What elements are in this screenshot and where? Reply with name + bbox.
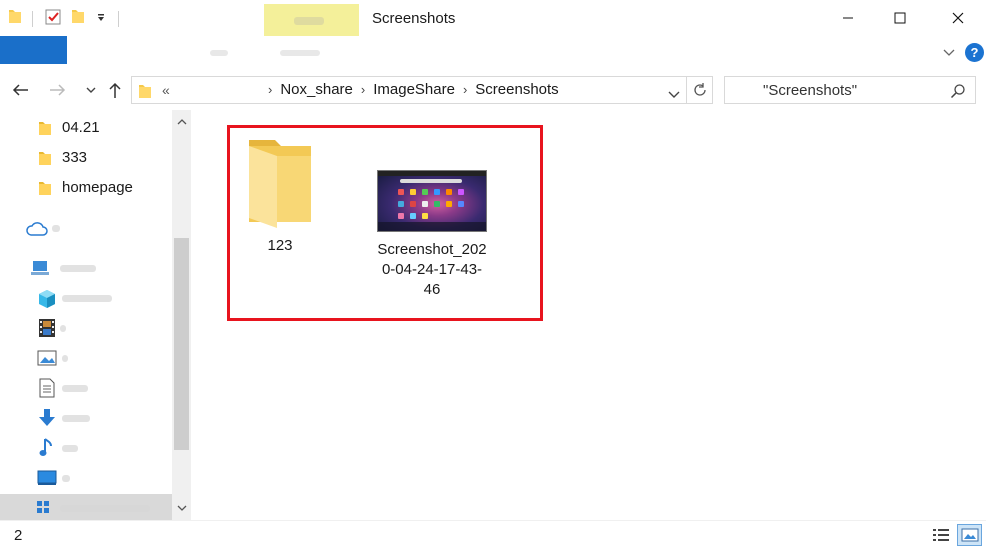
this-pc-icon: [30, 260, 50, 280]
sidebar-item-label: [62, 445, 78, 452]
sidebar-item-label: [60, 325, 66, 332]
sidebar-item-desktop[interactable]: [0, 464, 172, 492]
folder-icon: [241, 132, 319, 228]
maximize-button[interactable]: [877, 0, 923, 36]
address-dropdown-icon[interactable]: [668, 86, 680, 104]
folder-icon: [38, 150, 52, 170]
breadcrumb-item[interactable]: Nox_share: [280, 81, 353, 98]
refresh-button[interactable]: [687, 76, 713, 104]
title-bar: Screenshots: [0, 0, 986, 37]
back-button[interactable]: [9, 80, 31, 100]
sidebar-item-music[interactable]: [0, 434, 172, 462]
videos-icon: [38, 318, 56, 342]
scroll-down-icon[interactable]: [172, 500, 191, 516]
sidebar-scrollbar[interactable]: [172, 110, 191, 520]
chevron-right-icon[interactable]: ›: [361, 82, 365, 97]
sidebar-item-label: [62, 415, 90, 422]
sidebar-item-label: [60, 505, 150, 512]
close-button[interactable]: [935, 0, 981, 36]
sidebar-item-windows-drive[interactable]: [0, 494, 172, 520]
sidebar-item-label: 04.21: [62, 119, 100, 136]
folder-icon: [38, 120, 52, 140]
folder-icon: [38, 180, 52, 200]
file-name-line: Screenshot_202: [377, 241, 487, 258]
address-bar[interactable]: « › Nox_share › ImageShare › Screenshots: [131, 76, 687, 104]
file-list: 123 Screenshot_202 0-04-24-17-43- 46: [192, 110, 986, 520]
windows-drive-icon: [36, 500, 50, 518]
scroll-up-icon[interactable]: [172, 114, 191, 130]
sidebar-item-label: [62, 355, 68, 362]
recent-locations-chevron-icon[interactable]: [80, 80, 102, 100]
file-name-line: 46: [423, 281, 441, 298]
search-placeholder: "Screenshots": [763, 82, 858, 99]
downloads-icon: [37, 408, 57, 432]
navigation-bar: « › Nox_share › ImageShare › Screenshots…: [0, 68, 986, 110]
sidebar-item-downloads[interactable]: [0, 404, 172, 432]
music-icon: [39, 438, 53, 462]
file-name: 123: [267, 237, 293, 254]
breadcrumb-item[interactable]: Screenshots: [475, 81, 558, 98]
file-item-folder[interactable]: 123: [232, 132, 328, 256]
new-folder-icon[interactable]: [71, 8, 85, 24]
sidebar-item-documents[interactable]: [0, 374, 172, 402]
file-tab[interactable]: [0, 36, 67, 64]
sidebar-item-04-21[interactable]: 04.21: [0, 114, 172, 142]
details-view-button[interactable]: [931, 526, 951, 544]
sidebar-item-3d-objects[interactable]: [0, 284, 172, 312]
search-icon[interactable]: [950, 83, 966, 104]
help-icon[interactable]: ?: [965, 43, 984, 62]
large-icons-view-button[interactable]: [957, 524, 982, 546]
context-tab[interactable]: [264, 4, 359, 37]
properties-check-icon[interactable]: [44, 8, 62, 26]
toolbar-separator: [32, 11, 33, 27]
ribbon-tabs: ?: [0, 36, 986, 68]
scrollbar-thumb[interactable]: [174, 238, 189, 450]
cloud-icon: [26, 221, 48, 241]
up-button[interactable]: [104, 80, 126, 100]
chevron-right-icon[interactable]: ›: [463, 82, 467, 97]
breadcrumb-item[interactable]: ImageShare: [373, 81, 455, 98]
sidebar-item-label: homepage: [62, 179, 133, 196]
3d-objects-icon: [37, 289, 57, 313]
minimize-button[interactable]: [825, 0, 871, 36]
search-input[interactable]: "Screenshots": [724, 76, 976, 104]
file-item-image[interactable]: Screenshot_202 0-04-24-17-43- 46: [372, 170, 492, 300]
chevron-right-icon[interactable]: ›: [268, 82, 272, 97]
breadcrumb: › Nox_share › ImageShare › Screenshots: [260, 81, 559, 98]
expand-ribbon-chevron-icon[interactable]: [942, 45, 956, 63]
file-name-line: 0-04-24-17-43-: [381, 261, 483, 278]
pictures-icon: [37, 350, 57, 370]
sidebar-item-label: [62, 385, 88, 392]
sidebar-item-label: [60, 265, 96, 272]
sidebar-item-videos[interactable]: [0, 314, 172, 342]
ribbon-tab[interactable]: [210, 50, 228, 56]
sidebar-item-label: [62, 295, 112, 302]
image-thumbnail: [377, 170, 487, 232]
folder-icon[interactable]: [8, 8, 22, 24]
forward-button[interactable]: [47, 80, 69, 100]
sidebar-item-this-pc[interactable]: [0, 254, 172, 282]
navigation-pane: 04.21 333 homepage: [0, 110, 192, 520]
item-count: 2: [14, 527, 23, 544]
desktop-icon: [37, 470, 57, 490]
sidebar-item-cloud[interactable]: [0, 214, 172, 242]
sidebar-item-label: [52, 225, 60, 232]
documents-icon: [39, 378, 55, 402]
toolbar-separator: [118, 11, 119, 27]
sidebar-item-label: [62, 475, 70, 482]
customize-dropdown-icon[interactable]: [96, 13, 106, 23]
sidebar-item-pictures[interactable]: [0, 344, 172, 372]
breadcrumb-overflow[interactable]: «: [162, 82, 170, 98]
window-title: Screenshots: [372, 10, 456, 27]
ribbon-tab[interactable]: [280, 50, 320, 56]
status-bar: 2: [0, 520, 986, 548]
folder-icon: [138, 83, 152, 104]
sidebar-item-label: 333: [62, 149, 88, 166]
sidebar-item-homepage[interactable]: homepage: [0, 174, 172, 202]
sidebar-item-333[interactable]: 333: [0, 144, 172, 172]
